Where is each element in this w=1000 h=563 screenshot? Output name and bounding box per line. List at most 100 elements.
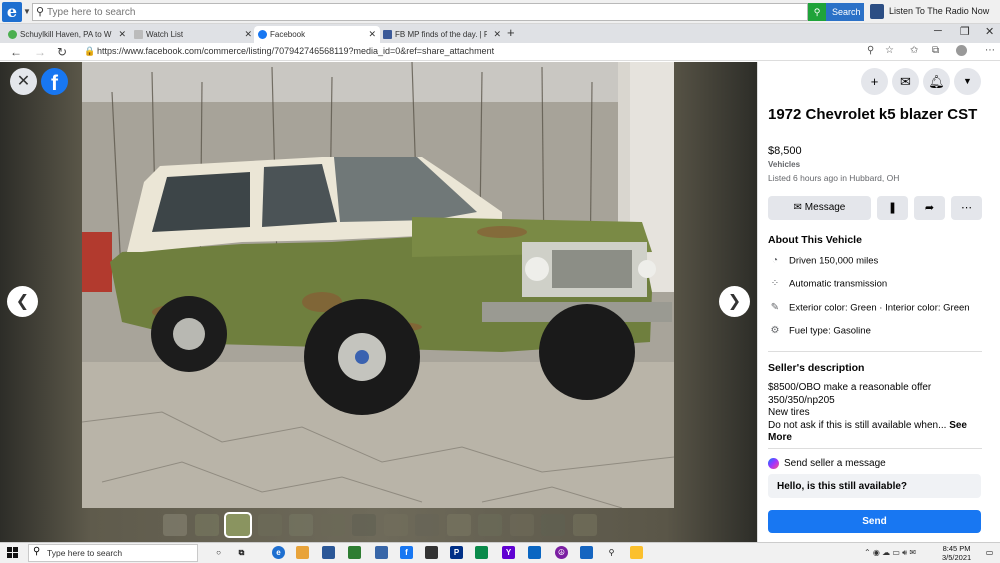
close-viewer-button[interactable]: ✕	[10, 68, 37, 95]
messenger-icon[interactable]: ✉	[892, 68, 919, 95]
app-icon[interactable]	[475, 546, 488, 559]
tab-fb-mp-finds[interactable]: FB MP finds of the day. | Page 3 ✕	[379, 26, 505, 43]
paypal-icon[interactable]: P	[450, 546, 463, 559]
app-icon[interactable]	[580, 546, 593, 559]
clock-time: 8:45 PM	[942, 544, 971, 553]
peace-icon[interactable]: ☮	[555, 546, 568, 559]
photo-thumbnail[interactable]	[289, 514, 313, 536]
ie-logo-icon[interactable]: e	[2, 2, 22, 22]
zoom-icon[interactable]: ⚲	[867, 45, 874, 56]
edge-icon[interactable]: e	[272, 546, 285, 559]
chevron-down-icon[interactable]: ▼	[23, 4, 31, 20]
photo-thumbnail[interactable]	[541, 514, 565, 536]
reading-view-icon[interactable]: ☆	[885, 45, 894, 56]
message-button-label: Message	[804, 202, 846, 213]
send-message-heading: Send seller a message	[768, 458, 886, 469]
tab-facebook[interactable]: Facebook ✕	[254, 26, 380, 43]
radio-icon[interactable]	[870, 4, 884, 19]
message-input[interactable]	[768, 474, 981, 498]
photo-thumbnail[interactable]	[573, 514, 597, 536]
taskbar-search[interactable]: ⚲ Type here to search	[28, 544, 198, 562]
toolbar-search-input[interactable]	[47, 5, 787, 19]
tab-schuylkill[interactable]: Schuylkill Haven, PA to Wind Ga ✕	[4, 26, 130, 43]
page-icon	[134, 30, 143, 39]
messenger-icon: ✉	[793, 202, 805, 213]
weather-icon[interactable]	[296, 546, 309, 559]
message-button[interactable]: ✉ Message	[768, 196, 871, 220]
photo-thumbnail[interactable]	[321, 514, 345, 536]
favorites-icon[interactable]: ✩	[910, 45, 918, 56]
photo-thumbnail[interactable]	[478, 514, 502, 536]
maximize-icon[interactable]: ❐	[960, 25, 970, 38]
photo-thumbnail[interactable]	[510, 514, 534, 536]
share-button[interactable]: ➦	[914, 196, 945, 220]
yahoo-icon[interactable]: Y	[502, 546, 515, 559]
profile-icon[interactable]	[956, 45, 967, 56]
url-text[interactable]: https://www.facebook.com/commerce/listin…	[97, 46, 494, 56]
photo-thumbnail[interactable]	[352, 514, 376, 536]
photo-thumbnail[interactable]	[163, 514, 187, 536]
windows-start-icon[interactable]	[7, 547, 19, 559]
messenger-icon	[768, 458, 779, 469]
facebook-icon[interactable]: f	[400, 546, 413, 559]
description-line: Do not ask if this is still available wh…	[768, 419, 947, 431]
app-icon[interactable]	[528, 546, 541, 559]
more-icon[interactable]: ⋯	[985, 45, 995, 56]
app-icon[interactable]	[375, 546, 388, 559]
minimize-icon[interactable]: ─	[934, 25, 942, 37]
tab-strip: Schuylkill Haven, PA to Wind Ga ✕ Watch …	[0, 24, 1000, 43]
calendar-icon[interactable]	[322, 546, 335, 559]
listing-price: $8,500	[768, 145, 802, 157]
create-icon[interactable]: +	[861, 68, 888, 95]
photo-viewer: ✕ f ❮ ❯	[0, 62, 757, 542]
task-view-icon[interactable]: ⧉	[235, 546, 248, 559]
seller-description-heading: Seller's description	[768, 362, 865, 374]
photo-thumbnail[interactable]	[415, 514, 439, 536]
photo-thumbnail[interactable]	[258, 514, 282, 536]
url-field[interactable]: 🔒 https://www.facebook.com/commerce/list…	[80, 44, 880, 60]
cortana-icon[interactable]: ○	[212, 546, 225, 559]
system-tray[interactable]: ⌃ ◉ ☁ ▭ 🔊︎ ✉	[864, 548, 916, 558]
window-close-icon[interactable]: ✕	[985, 25, 994, 38]
refresh-icon[interactable]: ↻	[57, 43, 67, 61]
description-line: New tires	[768, 407, 810, 418]
more-options-button[interactable]: ⋯	[951, 196, 982, 220]
account-menu-icon[interactable]: ▼	[954, 68, 981, 95]
engine-icon: ⚙	[770, 325, 780, 336]
search-icon: ⚲	[808, 3, 826, 21]
detail-text: Exterior color: Green · Interior color: …	[789, 302, 970, 314]
close-icon[interactable]: ✕	[493, 26, 501, 43]
new-tab-button[interactable]: +	[507, 25, 515, 40]
tab-watch-list[interactable]: Watch List ✕	[130, 26, 256, 43]
close-icon[interactable]: ✕	[244, 26, 252, 43]
clock[interactable]: 8:45 PM 3/5/2021	[942, 544, 971, 562]
facebook-logo-icon[interactable]: f	[41, 68, 68, 95]
back-icon[interactable]: ←	[10, 43, 22, 61]
save-button[interactable]: ❚	[877, 196, 908, 220]
search-icon[interactable]: ⚲	[605, 546, 618, 559]
listing-photo	[82, 62, 674, 508]
previous-photo-button[interactable]: ❮	[7, 286, 38, 317]
app-icon[interactable]	[425, 546, 438, 559]
photo-thumbnail[interactable]	[195, 514, 219, 536]
radio-link[interactable]: Listen To The Radio Now	[889, 6, 989, 16]
photo-thumbnail[interactable]	[384, 514, 408, 536]
collections-icon[interactable]: ⧉	[932, 45, 939, 56]
next-photo-button[interactable]: ❯	[719, 286, 750, 317]
send-button[interactable]: Send	[768, 510, 981, 533]
forward-icon[interactable]: →	[34, 43, 46, 61]
app-icon[interactable]	[630, 546, 643, 559]
toolbar-search-button[interactable]: ⚲ Search	[808, 3, 864, 21]
photo-thumbnail[interactable]	[224, 512, 252, 538]
lock-icon: 🔒	[84, 46, 96, 56]
photo-thumbnail[interactable]	[447, 514, 471, 536]
listing-category[interactable]: Vehicles	[768, 160, 800, 169]
taskbar-search-text: Type here to search	[47, 548, 123, 558]
nc-app-icon[interactable]	[348, 546, 361, 559]
close-icon[interactable]: ✕	[118, 26, 126, 43]
close-icon[interactable]: ✕	[368, 26, 376, 43]
toolbar-search-box[interactable]: ⚲	[32, 3, 808, 21]
notifications-icon[interactable]: ▭	[983, 546, 996, 559]
send-message-heading-text: Send seller a message	[784, 458, 886, 470]
notifications-icon[interactable]: 🔔︎	[923, 68, 950, 95]
